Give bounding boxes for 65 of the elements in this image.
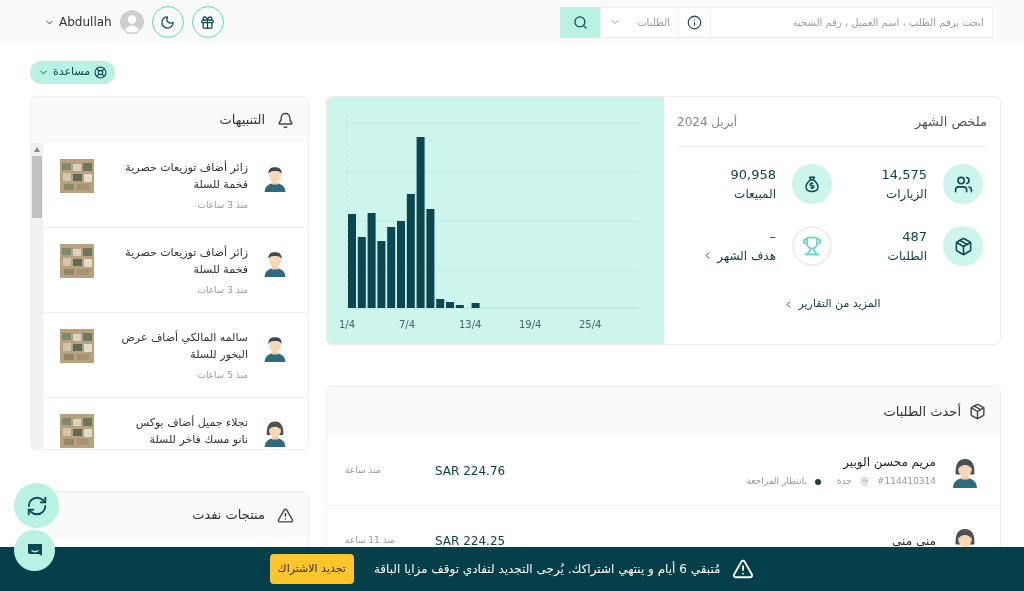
card-title: التنبيهات xyxy=(219,111,265,130)
reports-link[interactable]: المزيد من التقارير xyxy=(783,296,881,313)
money-bag-icon xyxy=(802,174,822,194)
warning-icon xyxy=(277,506,294,524)
pin-icon xyxy=(859,477,869,486)
search-field[interactable]: ابحث برقم الطلب ، اسم العميل ، رقم الشحنة xyxy=(710,6,993,38)
stat-value: – xyxy=(768,228,776,247)
order-amount: SAR 224.25 xyxy=(435,532,507,550)
trophy-icon xyxy=(802,236,822,256)
avatar-icon xyxy=(119,10,144,34)
stat-value: 14,575 xyxy=(881,166,927,185)
axis-label: 13/4 xyxy=(459,318,483,332)
bell-icon xyxy=(277,111,294,129)
card-title: منتجات نفدت xyxy=(192,506,265,525)
card-title: أحدث الطلبات xyxy=(883,402,961,421)
scroll-up-icon[interactable] xyxy=(34,147,40,152)
users-icon xyxy=(953,174,973,194)
status-label: بانتظار المراجعة xyxy=(746,474,807,488)
order-amount: SAR 224.76 xyxy=(435,462,507,480)
stat-label: الطلبات xyxy=(887,247,927,265)
customer-name: منى منى xyxy=(892,532,936,550)
stat-label: المبيعات xyxy=(733,185,776,203)
stat-label: الزيارات xyxy=(884,185,927,203)
axis-label: 19/4 xyxy=(519,318,543,332)
stat-value: 487 xyxy=(901,228,927,247)
order-time: منذ 11 ساعة xyxy=(345,533,396,547)
goal-link[interactable]: هدف الشهر xyxy=(702,246,776,265)
search-input[interactable]: ابحث برقم الطلب ، اسم العميل ، رقم الشحنة xyxy=(719,14,984,30)
box-icon xyxy=(953,236,973,256)
stat-value: 90,958 xyxy=(730,166,776,185)
lifebuoy-icon xyxy=(94,66,108,79)
user-menu[interactable]: Abdullah xyxy=(44,10,144,34)
alert-time: منذ 3 ساعات xyxy=(196,199,248,212)
customer-name: مريم محسن الوبير xyxy=(841,453,936,471)
moon-icon xyxy=(160,14,176,30)
gift-icon xyxy=(200,14,216,30)
warning-icon xyxy=(732,558,755,580)
alert-time: منذ 3 ساعات xyxy=(196,284,248,297)
chart-bar xyxy=(357,237,366,308)
scrollbar-thumb[interactable] xyxy=(32,156,42,218)
alert-text: سالمه المالكي أضاف عرض البخور للسلة xyxy=(120,329,248,363)
alert-text: زائر أضاف توزيعات حصرية فخمة للسلة xyxy=(124,159,248,193)
axis-label: 1/4 xyxy=(339,318,357,332)
axis-label: 7/4 xyxy=(399,318,417,332)
period-label: أبريل 2024 xyxy=(677,113,738,131)
banner-message: مُتبقي 6 أيام و ينتهي اشتراكك. يُرجى التجديد لتفادي توقف مزايا الباقة xyxy=(373,560,721,578)
refresh-icon xyxy=(25,494,48,517)
search-button[interactable] xyxy=(560,6,601,38)
scrollbar[interactable] xyxy=(31,143,43,449)
alert-text: زائر أضاف توزيعات حصرية فخمة للسلة xyxy=(124,244,248,278)
alert-time: منذ 5 ساعات xyxy=(196,369,248,382)
order-time: منذ ساعة xyxy=(345,463,382,477)
axis-label: 25/4 xyxy=(579,318,603,332)
city-label: جدة xyxy=(836,474,852,488)
alert-text: نجلاء جميل أضاف بوكس نانو مسك فاخر للسلة xyxy=(134,414,248,448)
refresh-button[interactable] xyxy=(14,483,59,528)
chart-bar xyxy=(377,241,386,308)
chart-bar xyxy=(471,303,480,308)
box-icon xyxy=(969,403,986,420)
order-number: #114410314 xyxy=(876,474,936,488)
card-title: ملخص الشهر xyxy=(914,112,987,132)
help-button[interactable]: مساعدة xyxy=(30,61,116,84)
info-icon[interactable] xyxy=(687,14,702,30)
renew-button[interactable]: تجديد الاشتراك xyxy=(269,554,354,584)
search-icon xyxy=(572,14,588,30)
